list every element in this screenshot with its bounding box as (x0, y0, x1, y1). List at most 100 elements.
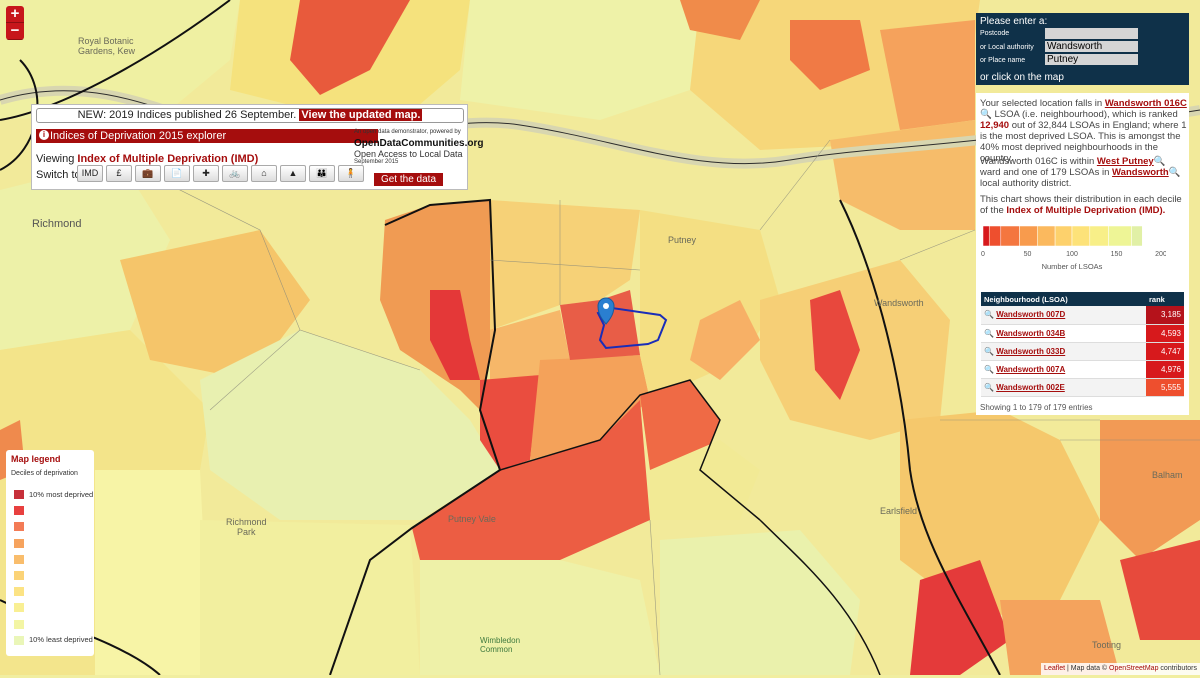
table-row[interactable]: 🔍 Wandsworth 007A 4,976 (981, 360, 1184, 379)
table-cell-name: 🔍 Wandsworth 007D (981, 306, 1146, 325)
attribution-text: contributors (1160, 665, 1197, 672)
place-label: Putney Vale (448, 514, 496, 524)
lsoa-link[interactable]: Wandsworth 016C (1105, 98, 1187, 109)
place-label: Royal Botanic Gardens, Kew (78, 36, 136, 56)
legend-swatch (14, 506, 24, 516)
get-data-button[interactable]: Get the data (374, 173, 443, 186)
summary-text: local authority district. (980, 178, 1072, 189)
zoom-row-icon[interactable]: 🔍 (984, 347, 996, 356)
table-cell-rank: 5,555 (1146, 378, 1184, 397)
switch-housing-button[interactable]: ⌂ (251, 165, 277, 182)
place-label: Putney (668, 235, 697, 245)
switch-income-button[interactable]: £ (106, 165, 132, 182)
chart-intro: This chart shows their distribution in e… (980, 194, 1187, 216)
lsoa-row-link[interactable]: Wandsworth 002E (996, 383, 1065, 392)
postcode-input[interactable] (1045, 28, 1138, 39)
zoom-row-icon[interactable]: 🔍 (984, 329, 996, 338)
x-tick-label: 50 (1024, 251, 1032, 258)
legend-swatch (14, 587, 24, 597)
lsoa-row-link[interactable]: Wandsworth 007A (996, 365, 1065, 374)
table-cell-rank: 4,976 (1146, 360, 1184, 379)
decile-bar-5 (1037, 226, 1056, 247)
switch-environment-button[interactable]: ▲ (280, 165, 306, 182)
lsoa-rank: 12,940 (980, 120, 1010, 131)
decile-bar-3 (1000, 226, 1020, 247)
switch-crime-button[interactable]: 🚲 (222, 165, 248, 182)
switch-older-people-button[interactable]: 🧍 (338, 165, 364, 182)
column-neighbourhood[interactable]: Neighbourhood (LSOA) (981, 292, 1146, 306)
zoom-out-button[interactable]: − (6, 23, 24, 40)
legend-swatch (14, 554, 24, 564)
table-cell-rank: 3,185 (1146, 306, 1184, 325)
summary-text: LSOA (i.e. neighbourhood), which is rank… (994, 109, 1178, 120)
zoom-in-button[interactable]: + (6, 6, 24, 23)
column-rank[interactable]: rank (1146, 292, 1184, 306)
zoom-ward-icon[interactable]: 🔍 (1154, 156, 1166, 167)
osm-link[interactable]: OpenStreetMap (1109, 665, 1158, 672)
explorer-title-bar: i Indices of Deprivation 2015 explorer (36, 129, 378, 143)
table-row[interactable]: 🔍 Wandsworth 034B 4,593 (981, 324, 1184, 343)
legend-swatch (14, 571, 24, 580)
decile-chart: 0 50 100 150 200 Number of LSOAs (981, 226, 1166, 271)
legend-swatch (14, 635, 24, 645)
summary-text: Wandsworth 016C is within (980, 156, 1095, 167)
search-title: Please enter a: (980, 16, 1048, 27)
legend-bottom-label: 10% least deprived (29, 635, 93, 644)
zoom-control: + − (6, 6, 24, 40)
lsoa-table: Neighbourhood (LSOA) rank 🔍 Wandsworth 0… (981, 292, 1184, 397)
odc-credit: An open data demonstrator, powered by Op… (354, 129, 483, 166)
updated-map-link[interactable]: View the updated map. (299, 109, 423, 121)
odc-powered: An open data demonstrator, powered by (354, 129, 461, 135)
table-cell-rank: 4,747 (1146, 342, 1184, 361)
table-row[interactable]: 🔍 Wandsworth 002E 5,555 (981, 378, 1184, 397)
odc-date: September 2015 (354, 159, 399, 165)
lsoa-row-link[interactable]: Wandsworth 033D (996, 347, 1065, 356)
zoom-lsoa-icon[interactable]: 🔍 (980, 109, 992, 120)
place-name-input[interactable] (1045, 54, 1138, 65)
decile-bar-7 (1071, 226, 1091, 247)
leaflet-link[interactable]: Leaflet (1044, 665, 1065, 672)
ward-link[interactable]: West Putney (1097, 156, 1154, 167)
x-axis-label: Number of LSOAs (1042, 262, 1103, 271)
decile-bar-1 (982, 226, 990, 247)
summary-text: ward and one of 179 LSOAs in (980, 167, 1110, 178)
switch-buttons: IMD £ 💼 📄 ✚ 🚲 ⌂ ▲ 👪 🧍 (77, 165, 364, 182)
switch-health-button[interactable]: ✚ (193, 165, 219, 182)
switch-education-button[interactable]: 📄 (164, 165, 190, 182)
table-cell-rank: 4,593 (1146, 324, 1184, 343)
map-legend: Map legend Deciles of deprivation 10% mo… (6, 450, 94, 656)
place-label: Tooting (1092, 640, 1122, 650)
viewing-index: Index of Multiple Deprivation (IMD) (77, 153, 259, 165)
legend-swatch (14, 522, 24, 532)
lsoa-row-link[interactable]: Wandsworth 034B (996, 329, 1065, 338)
viewing-label: Viewing (36, 153, 75, 165)
switch-employment-button[interactable]: 💼 (135, 165, 161, 182)
attribution-text: | Map data © (1067, 665, 1108, 672)
la-link[interactable]: Wandsworth (1112, 167, 1169, 178)
lsoa-row-link[interactable]: Wandsworth 007D (996, 310, 1065, 319)
viewing-line: Viewing Index of Multiple Deprivation (I… (36, 153, 258, 165)
x-tick-label: 200 (1155, 251, 1166, 258)
click-map-hint: or click on the map (980, 72, 1064, 83)
decile-bar-8 (1089, 226, 1109, 247)
place-label: Earlsfield (880, 506, 918, 516)
table-row[interactable]: 🔍 Wandsworth 007D 3,185 (981, 306, 1184, 325)
attribution: Leaflet | Map data © OpenStreetMap contr… (1041, 663, 1200, 675)
news-text: NEW: 2019 Indices published 26 September… (77, 109, 297, 121)
table-cell-name: 🔍 Wandsworth 033D (981, 342, 1146, 361)
zoom-row-icon[interactable]: 🔍 (984, 365, 996, 374)
zoom-row-icon[interactable]: 🔍 (984, 310, 996, 319)
zoom-la-icon[interactable]: 🔍 (1169, 167, 1181, 178)
x-tick-label: 150 (1111, 251, 1123, 258)
info-icon[interactable]: i (39, 130, 49, 140)
local-authority-input[interactable] (1045, 41, 1138, 52)
index-name: Index of Multiple Deprivation (IMD). (1006, 205, 1166, 216)
table-row[interactable]: 🔍 Wandsworth 033D 4,747 (981, 342, 1184, 361)
zoom-row-icon[interactable]: 🔍 (984, 383, 996, 392)
summary-text: Your selected location falls in (980, 98, 1103, 109)
odc-link[interactable]: OpenDataCommunities.org (354, 138, 483, 149)
switch-imd-button[interactable]: IMD (77, 165, 103, 182)
search-panel: Please enter a: Postcode or Local author… (976, 13, 1189, 85)
legend-swatch (14, 619, 24, 629)
switch-children-button[interactable]: 👪 (309, 165, 335, 182)
